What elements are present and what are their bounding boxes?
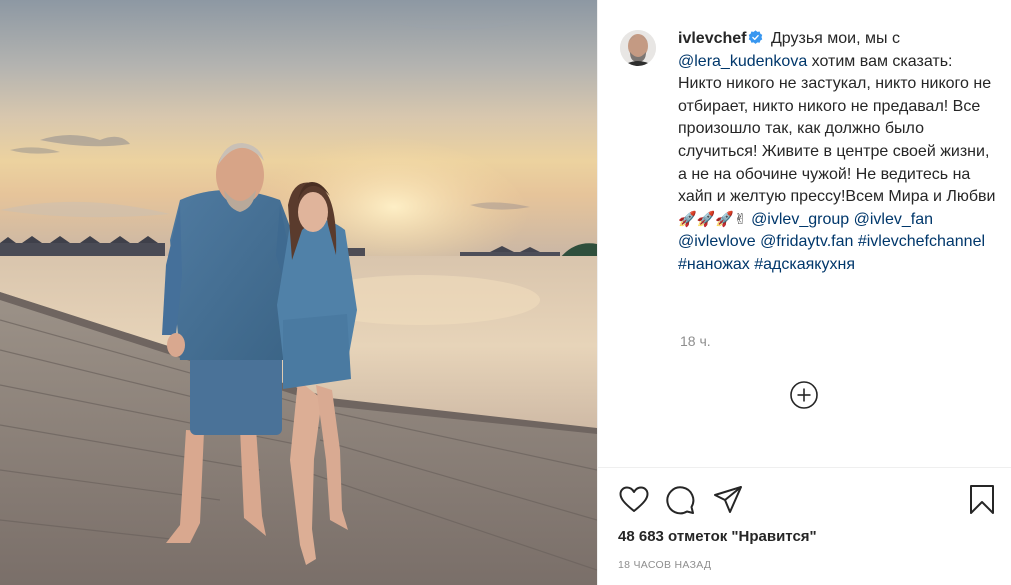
- caption-text: Друзья мои, мы с: [770, 30, 900, 47]
- hashtag-link-adskayakukhnya[interactable]: #адскаякухня: [754, 256, 855, 273]
- caption-time-ago[interactable]: 18 ч.: [680, 333, 711, 349]
- hashtag-link-ivlevchefchannel[interactable]: #ivlevchefchannel: [858, 233, 985, 250]
- action-bar: [618, 484, 998, 516]
- photo-scene: [0, 0, 597, 585]
- save-button[interactable]: [966, 484, 998, 516]
- share-button[interactable]: [712, 484, 744, 516]
- username-link[interactable]: ivlevchef: [678, 30, 746, 47]
- likes-count[interactable]: 48 683 отметок "Нравится": [618, 528, 817, 545]
- plus-circle-icon: [790, 381, 818, 409]
- verified-badge-icon: [749, 30, 763, 44]
- mention-link-ivlev-fan[interactable]: @ivlev_fan: [854, 211, 933, 228]
- caption-body: хотим вам сказать: Никто никого не засту…: [678, 52, 996, 206]
- heart-icon: [619, 486, 649, 512]
- mention-link-ivlev-group[interactable]: @ivlev_group: [751, 211, 849, 228]
- mention-link-lera[interactable]: @lera_kudenkova: [678, 53, 807, 70]
- load-more-comments-button[interactable]: [789, 380, 819, 410]
- avatar-image: [620, 30, 656, 66]
- post-details-panel: ivlevchef Друзья мои, мы с @lera_kudenko…: [597, 0, 1011, 585]
- mention-link-ivlevlove[interactable]: @ivlevlove: [678, 233, 756, 250]
- actions-divider: [598, 467, 1011, 468]
- avatar[interactable]: [620, 30, 656, 66]
- bookmark-icon: [970, 485, 994, 514]
- caption-emoji: 🚀🚀🚀✌: [678, 210, 747, 228]
- hashtag-link-nanozhakh[interactable]: #наножах: [678, 256, 750, 273]
- post-caption: ivlevchef Друзья мои, мы с @lera_kudenko…: [678, 28, 998, 277]
- caption-block: ivlevchef Друзья мои, мы с @lera_kudenko…: [620, 28, 1000, 277]
- post-date[interactable]: 18 ЧАСОВ НАЗАД: [618, 559, 711, 571]
- paper-plane-icon: [714, 486, 742, 513]
- post-photo[interactable]: [0, 0, 597, 585]
- mention-link-fridaytv-fan[interactable]: @fridaytv.fan: [760, 233, 853, 250]
- comment-button[interactable]: [664, 484, 696, 516]
- like-button[interactable]: [618, 484, 650, 516]
- comment-icon: [666, 486, 695, 515]
